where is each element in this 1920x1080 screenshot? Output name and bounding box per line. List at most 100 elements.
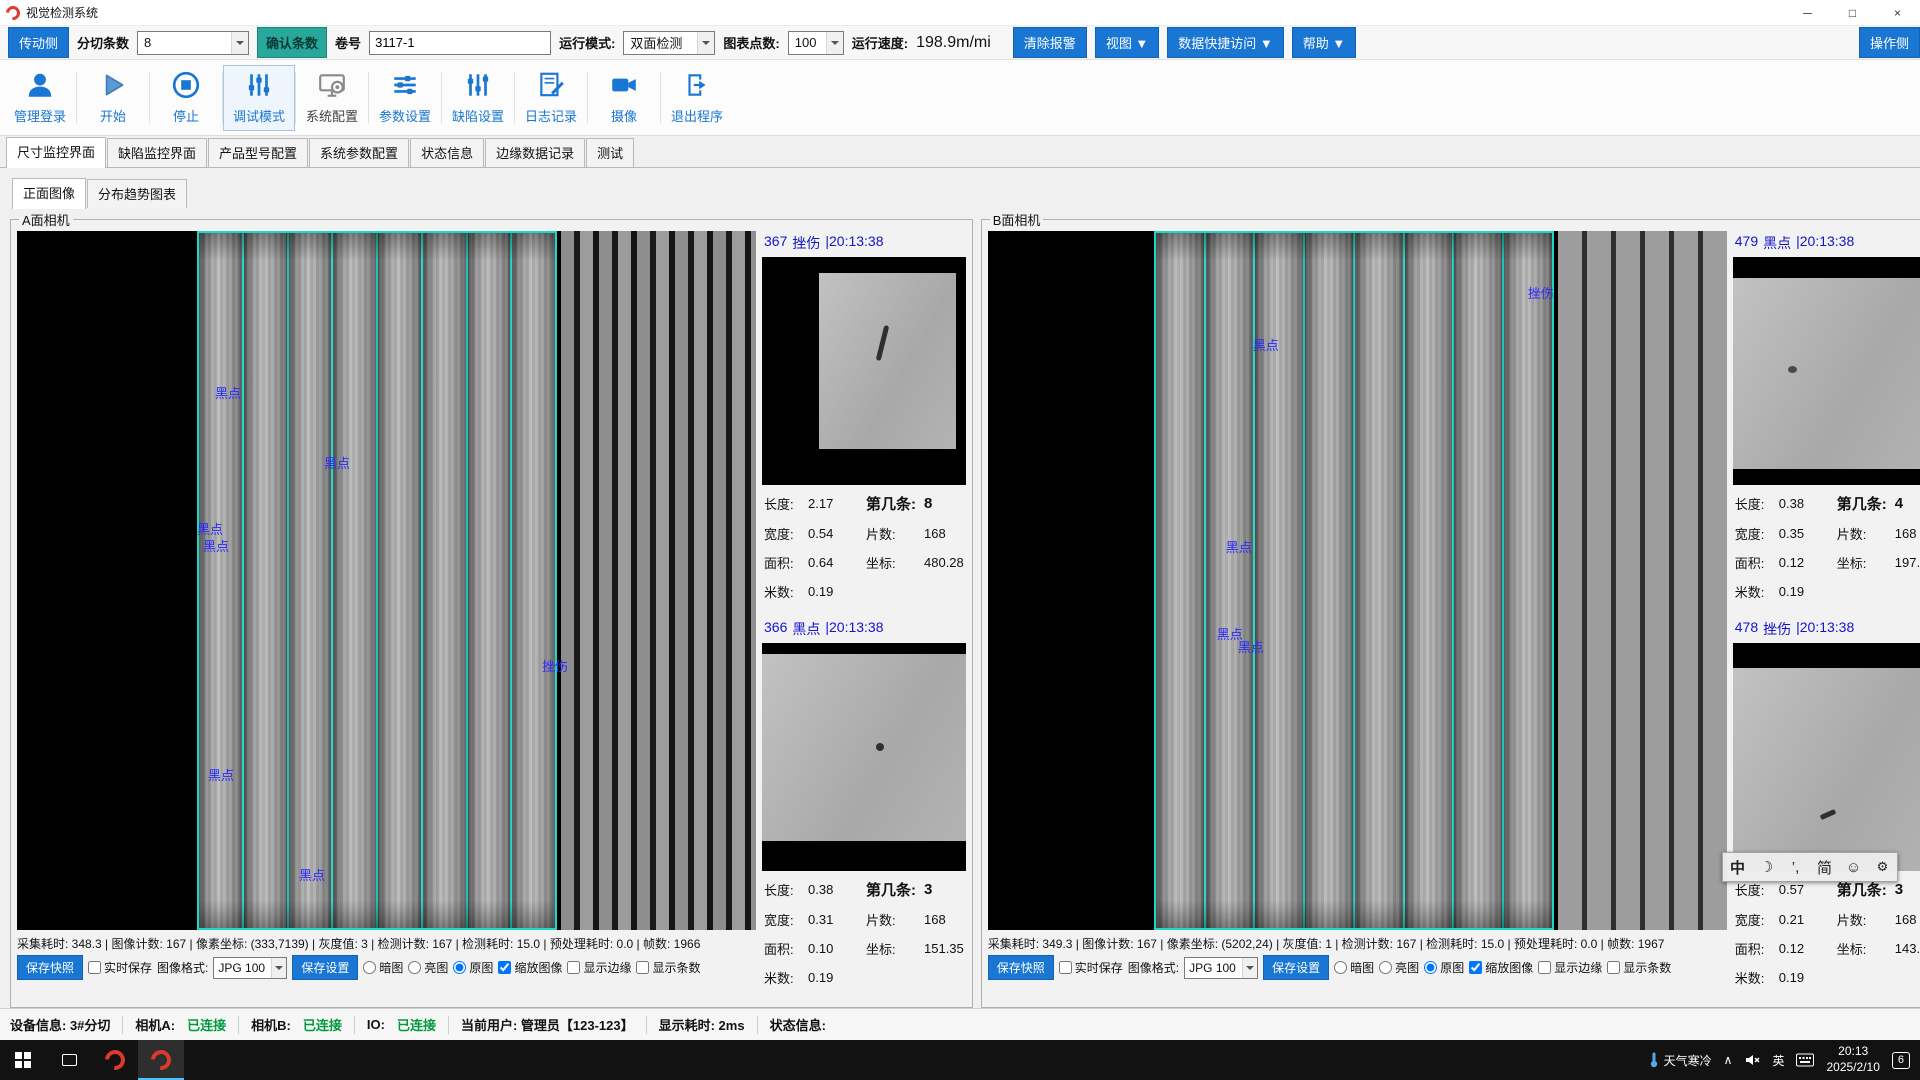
- tab-defect-monitor[interactable]: 缺陷监控界面: [107, 138, 207, 167]
- volume-button[interactable]: [1744, 1052, 1760, 1068]
- tab-status-info[interactable]: 状态信息: [410, 138, 484, 167]
- chevron-down-icon: [1242, 958, 1257, 978]
- pinned-app-button[interactable]: [92, 1040, 138, 1080]
- tab-test[interactable]: 测试: [586, 138, 634, 167]
- defect-header[interactable]: 367 挫伤 |20:13:38: [762, 231, 966, 257]
- notification-center-button[interactable]: 6: [1892, 1052, 1910, 1069]
- save-snapshot-button[interactable]: 保存快照: [17, 955, 83, 980]
- thumbnail-region: [819, 273, 956, 449]
- tray-expand-button[interactable]: ∧: [1724, 1053, 1733, 1067]
- data-quick-access-menu-button[interactable]: 数据快捷访问 ▼: [1167, 27, 1283, 58]
- zoom-image-checkbox[interactable]: 缩放图像: [1469, 959, 1533, 976]
- start-menu-button[interactable]: [0, 1040, 46, 1080]
- defect-thumbnail[interactable]: [1733, 257, 1920, 485]
- original-image-radio[interactable]: 原图: [1424, 959, 1464, 976]
- speed-label: 运行速度:: [852, 33, 908, 52]
- clear-alarm-button[interactable]: 清除报警: [1013, 27, 1087, 58]
- defect-thumbnail[interactable]: [762, 643, 966, 871]
- maximize-button[interactable]: □: [1830, 0, 1875, 25]
- thumbnail-region: [762, 654, 966, 841]
- exit-program-button[interactable]: 退出程序: [661, 65, 733, 131]
- run-mode-select[interactable]: 双面检测: [623, 31, 715, 55]
- tab-front-image[interactable]: 正面图像: [12, 178, 86, 209]
- close-button[interactable]: ×: [1875, 0, 1920, 25]
- save-settings-button[interactable]: 保存设置: [1263, 955, 1329, 980]
- defect-type: 黑点: [792, 619, 820, 639]
- thermometer-icon: [1648, 1052, 1660, 1068]
- defect-header[interactable]: 366 黑点 |20:13:38: [762, 617, 966, 643]
- ime-settings-gear-icon[interactable]: ⚙: [1868, 859, 1897, 875]
- save-settings-button[interactable]: 保存设置: [292, 955, 358, 980]
- defect-stats: 长度:0.57 第几条:3 宽度:0.21 片数:168 面积:0.12 坐标:…: [1733, 871, 1920, 987]
- image-format-select[interactable]: JPG 100: [1184, 957, 1258, 979]
- statusbar-separator: [238, 1016, 239, 1034]
- tab-distribution-trend-chart[interactable]: 分布趋势图表: [87, 179, 187, 208]
- dark-image-radio[interactable]: 暗图: [363, 959, 403, 976]
- original-image-radio[interactable]: 原图: [453, 959, 493, 976]
- camera-b-panel: B面相机 挫伤 黑点 黑点 黑点 黑点 采集耗时: 349.3 | 图像计数: …: [981, 210, 1920, 1008]
- ime-punctuation-button[interactable]: ’,: [1781, 859, 1810, 876]
- tab-product-model-config[interactable]: 产品型号配置: [208, 138, 308, 167]
- weather-widget[interactable]: 天气寒冷: [1648, 1052, 1712, 1069]
- language-indicator[interactable]: 英: [1772, 1052, 1784, 1069]
- stop-button[interactable]: 停止: [150, 65, 222, 131]
- zoom-image-checkbox[interactable]: 缩放图像: [498, 959, 562, 976]
- defect-id: 478: [1735, 619, 1758, 639]
- statusbar-separator: [448, 1016, 449, 1034]
- system-config-button[interactable]: 系统配置: [296, 65, 368, 131]
- tab-edge-data-record[interactable]: 边缘数据记录: [485, 138, 585, 167]
- params-settings-button[interactable]: 参数设置: [369, 65, 441, 131]
- strip: [1405, 233, 1455, 928]
- strip: [289, 233, 334, 928]
- slit-count-select[interactable]: 8: [137, 31, 249, 55]
- chart-points-select[interactable]: 100: [788, 31, 844, 55]
- defect-settings-button[interactable]: 缺陷设置: [442, 65, 514, 131]
- roll-number-input[interactable]: [369, 31, 551, 55]
- capture-button[interactable]: 摄像: [588, 65, 660, 131]
- keyboard-button[interactable]: [1796, 1053, 1814, 1067]
- show-edges-checkbox[interactable]: 显示边缘: [1538, 959, 1602, 976]
- bright-image-radio[interactable]: 亮图: [408, 959, 448, 976]
- defect-header[interactable]: 478 挫伤 |20:13:38: [1733, 617, 1920, 643]
- realtime-save-checkbox[interactable]: 实时保存: [1059, 959, 1123, 976]
- camera-b-image[interactable]: 挫伤 黑点 黑点 黑点 黑点: [988, 231, 1727, 930]
- show-edges-checkbox[interactable]: 显示边缘: [567, 959, 631, 976]
- tab-system-params-config[interactable]: 系统参数配置: [309, 138, 409, 167]
- view-menu-button[interactable]: 视图 ▼: [1095, 27, 1159, 58]
- show-strips-checkbox[interactable]: 显示条数: [1607, 959, 1671, 976]
- camera-a-image[interactable]: 黑点 黑点 黑点 黑点 挫伤 黑点 黑点: [17, 231, 756, 930]
- task-view-button[interactable]: [46, 1040, 92, 1080]
- bright-image-radio[interactable]: 亮图: [1379, 959, 1419, 976]
- log-record-button[interactable]: 日志记录: [515, 65, 587, 131]
- help-menu-button[interactable]: 帮助 ▼: [1292, 27, 1356, 58]
- chevron-down-icon: [271, 958, 286, 978]
- active-app-button[interactable]: [138, 1040, 184, 1080]
- ime-emoji-icon[interactable]: ☺: [1839, 859, 1868, 876]
- start-button[interactable]: 开始: [77, 65, 149, 131]
- minimize-button[interactable]: ─: [1785, 0, 1830, 25]
- ime-fullwidth-icon[interactable]: ☽: [1752, 858, 1781, 876]
- clock-widget[interactable]: 20:13 2025/2/10: [1826, 1044, 1879, 1075]
- image-format-select[interactable]: JPG 100: [213, 957, 287, 979]
- ime-simplified-button[interactable]: 简: [1810, 857, 1839, 878]
- admin-login-button[interactable]: 管理登录: [4, 65, 76, 131]
- operate-side-button[interactable]: 操作侧: [1859, 27, 1920, 58]
- user-icon: [25, 70, 55, 103]
- defect-thumbnail[interactable]: [762, 257, 966, 485]
- debug-mode-button[interactable]: 调试模式: [223, 65, 295, 131]
- status-bar: 设备信息: 3#分切 相机A: 已连接 相机B: 已连接 IO: 已连接 当前用…: [0, 1008, 1920, 1040]
- window-title: 视觉检测系统: [26, 4, 98, 21]
- dark-image-radio[interactable]: 暗图: [1334, 959, 1374, 976]
- realtime-save-checkbox[interactable]: 实时保存: [88, 959, 152, 976]
- drive-side-button[interactable]: 传动侧: [8, 27, 69, 58]
- ime-mode-button[interactable]: 中: [1723, 857, 1752, 878]
- defect-thumbnail[interactable]: [1733, 643, 1920, 871]
- confirm-count-button[interactable]: 确认条数: [257, 27, 327, 58]
- side-stripes: [561, 231, 756, 930]
- log-icon: [536, 70, 566, 103]
- active-app-icon: [147, 1046, 175, 1074]
- show-strips-checkbox[interactable]: 显示条数: [636, 959, 700, 976]
- tab-size-monitor[interactable]: 尺寸监控界面: [6, 137, 106, 168]
- defect-header[interactable]: 479 黑点 |20:13:38: [1733, 231, 1920, 257]
- save-snapshot-button[interactable]: 保存快照: [988, 955, 1054, 980]
